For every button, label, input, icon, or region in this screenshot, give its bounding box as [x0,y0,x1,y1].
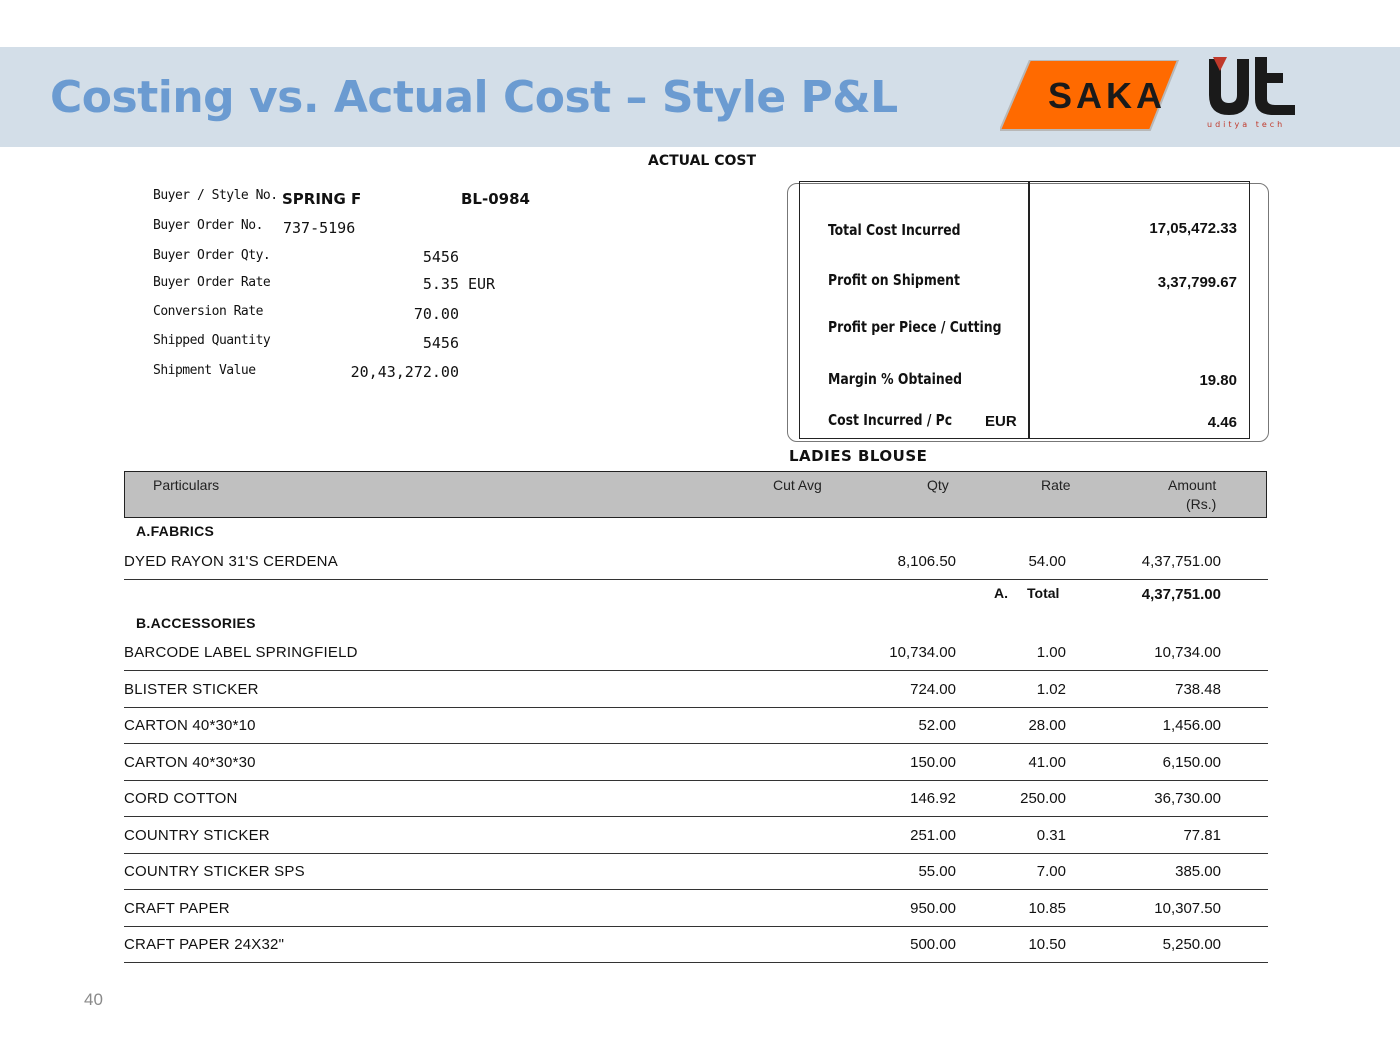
row-rate: 54.00 [1028,553,1066,570]
row-qty: 146.92 [910,790,956,807]
order-rate-currency: EUR [468,275,496,293]
order-rate-label: Buyer Order Rate [153,275,271,290]
row-qty: 52.00 [918,717,956,734]
total-label: Total [1027,585,1060,601]
row-rate: 7.00 [1036,863,1066,880]
total-cost-label: Total Cost Incurred [828,221,961,239]
total-value: 4,37,751.00 [1141,586,1221,603]
fabrics-total-row: A. Total 4,37,751.00 [124,580,1268,608]
row-particular: COUNTRY STICKER SPS [124,863,305,880]
cost-per-piece-value: 4.46 [1207,414,1237,431]
total-cost-value: 17,05,472.33 [1149,220,1237,237]
uditya-tech-caption: uditya tech [1207,120,1286,129]
conversion-rate-value: 70.00 [413,305,459,323]
table-row: COUNTRY STICKER SPS 55.00 7.00 385.00 [124,854,1268,890]
row-qty: 950.00 [910,899,956,917]
product-name: LADIES BLOUSE [789,447,928,465]
row-rate: 1.02 [1036,680,1066,698]
table-row: BLISTER STICKER 724.00 1.02 738.48 [124,672,1268,708]
row-particular: CARTON 40*30*30 [124,753,256,771]
order-no-value: 737-5196 [283,219,356,237]
order-qty-label: Buyer Order Qty. [153,248,271,263]
row-qty: 500.00 [910,936,956,953]
report-heading: ACTUAL COST [648,153,757,169]
section-fabrics: A.FABRICS [136,523,215,539]
table-row: DYED RAYON 31'S CERDENA 8,106.50 54.00 4… [124,544,1268,580]
shipment-value: 20,43,272.00 [350,363,459,381]
cost-per-piece-label: Cost Incurred / Pc [828,411,953,429]
header-particulars: Particulars [153,477,220,493]
row-qty: 724.00 [910,680,956,698]
row-particular: BARCODE LABEL SPRINGFIELD [124,644,358,661]
row-amount: 5,250.00 [1162,936,1221,953]
saka-logo: SAKA [998,59,1182,137]
table-row: CRAFT PAPER 24X32" 500.00 10.50 5,250.00 [124,927,1268,963]
summary-box-divider [1028,182,1030,439]
row-rate: 28.00 [1028,717,1066,734]
row-qty: 150.00 [910,753,956,771]
order-qty-value: 5456 [422,248,459,266]
header-qty: Qty [927,477,949,493]
row-particular: CRAFT PAPER [124,899,230,917]
row-qty: 55.00 [918,863,956,880]
header-amount: Amount [1168,477,1217,493]
row-rate: 10.50 [1028,936,1066,953]
profit-per-piece-label: Profit per Piece / Cutting [828,318,1002,336]
header-cut-avg: Cut Avg [773,477,822,493]
table-row: CORD COTTON 146.92 250.00 36,730.00 [124,781,1268,817]
header-rate: Rate [1041,477,1071,493]
buyer-style-label: Buyer / Style No. [153,188,278,203]
table-row: BARCODE LABEL SPRINGFIELD 10,734.00 1.00 10… [124,635,1268,671]
row-particular: CARTON 40*30*10 [124,717,256,734]
row-amount: 385.00 [1175,863,1221,880]
row-particular: CORD COTTON [124,790,238,807]
row-amount: 6,150.00 [1162,753,1221,771]
row-particular: CRAFT PAPER 24X32" [124,936,285,953]
order-no-label: Buyer Order No. [153,218,263,233]
section-accessories: B.ACCESSORIES [136,615,256,631]
row-particular: COUNTRY STICKER [124,826,270,844]
row-rate: 250.00 [1020,790,1066,807]
row-rate: 10.85 [1028,899,1066,917]
shipment-value-label: Shipment Value [153,363,256,378]
shipped-qty-label: Shipped Quantity [153,333,271,348]
row-particular: BLISTER STICKER [124,680,259,698]
row-amount: 36,730.00 [1154,790,1221,807]
row-amount: 77.81 [1183,826,1221,844]
order-rate-value: 5.35 [422,275,459,293]
row-rate: 41.00 [1028,753,1066,771]
table-header: Particulars Cut Avg Qty Rate Amount (Rs.… [124,471,1267,518]
margin-value: 19.80 [1199,372,1237,389]
row-amount: 738.48 [1175,680,1221,698]
buyer-value: SPRING F [282,190,362,208]
row-particular: DYED RAYON 31'S CERDENA [124,553,338,570]
row-qty: 10,734.00 [889,644,956,661]
row-amount: 4,37,751.00 [1141,553,1221,570]
row-rate: 0.31 [1036,826,1066,844]
row-amount: 10,734.00 [1154,644,1221,661]
conversion-rate-label: Conversion Rate [153,304,263,319]
table-row: CRAFT PAPER 950.00 10.85 10,307.50 [124,891,1268,927]
row-amount: 10,307.50 [1154,899,1221,917]
cost-per-piece-currency: EUR [985,413,1017,430]
slide-title: Costing vs. Actual Cost – Style P&L [50,72,898,123]
table-row: CARTON 40*30*30 150.00 41.00 6,150.00 [124,745,1268,781]
profit-value: 3,37,799.67 [1157,274,1237,291]
saka-logo-text: SAKA [1048,75,1166,116]
page-number: 40 [84,990,103,1009]
row-qty: 8,106.50 [897,553,956,570]
row-rate: 1.00 [1036,644,1066,661]
table-row: COUNTRY STICKER 251.00 0.31 77.81 [124,818,1268,854]
profit-label: Profit on Shipment [828,271,960,289]
margin-label: Margin % Obtained [828,370,963,388]
total-marker: A. [994,585,1008,601]
shipped-qty-value: 5456 [422,334,459,352]
style-no-value: BL-0984 [461,190,530,208]
table-row: CARTON 40*30*10 52.00 28.00 1,456.00 [124,708,1268,744]
row-qty: 251.00 [910,826,956,844]
row-amount: 1,456.00 [1162,717,1221,734]
header-amount-unit: (Rs.) [1186,496,1217,512]
